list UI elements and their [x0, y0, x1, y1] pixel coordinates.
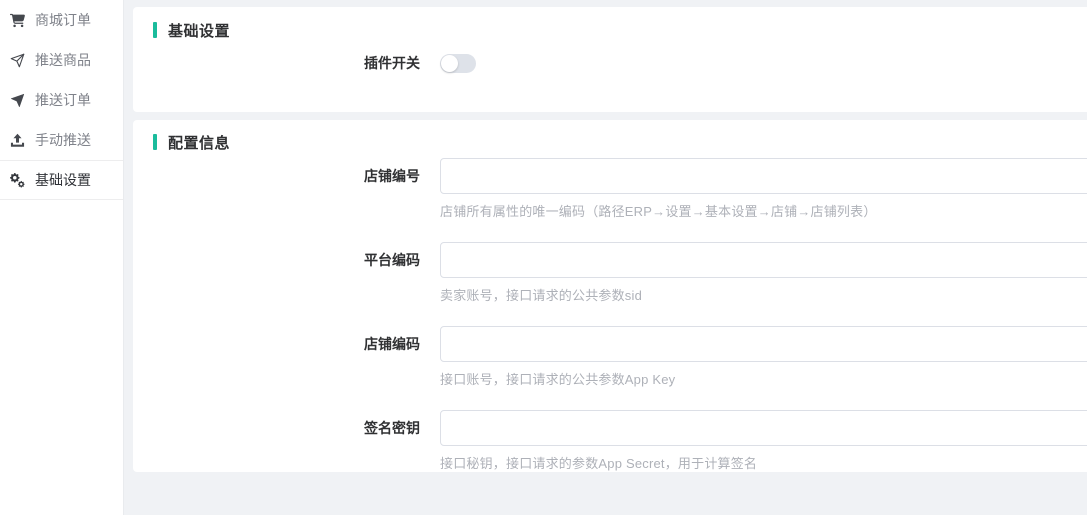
config-fields: 店铺编号 店铺所有属性的唯一编码（路径ERP→设置→基本设置→店铺→店铺列表） …	[133, 158, 1087, 472]
cogs-icon	[9, 172, 26, 189]
shopping-cart-icon	[9, 12, 26, 29]
sidebar-item-mall-orders[interactable]: 商城订单	[0, 0, 123, 40]
section-title-text: 配置信息	[168, 132, 230, 153]
basic-settings-card: 基础设置 插件开关	[133, 7, 1087, 112]
shop-code-label: 店铺编码	[133, 326, 440, 362]
sidebar-item-label: 手动推送	[35, 130, 91, 150]
sidebar-item-manual-push[interactable]: 手动推送	[0, 120, 123, 160]
shop-number-row: 店铺编号 店铺所有属性的唯一编码（路径ERP→设置→基本设置→店铺→店铺列表）	[133, 158, 1087, 220]
section-accent-bar	[153, 22, 157, 38]
sidebar-item-label: 商城订单	[35, 10, 91, 30]
shop-code-hint: 接口账号，接口请求的公共参数App Key	[440, 369, 1087, 388]
sidebar-item-basic-settings[interactable]: 基础设置	[0, 160, 123, 200]
main-content: 基础设置 插件开关 配置信息 店铺编号 店铺所有属性的唯一编码（路径ERP→设置…	[124, 0, 1087, 515]
platform-code-hint: 卖家账号，接口请求的公共参数sid	[440, 285, 1087, 304]
sign-secret-label: 签名密钥	[133, 410, 440, 446]
sidebar-item-label: 推送商品	[35, 50, 91, 70]
sidebar-item-push-orders[interactable]: 推送订单	[0, 80, 123, 120]
upload-icon	[9, 132, 26, 149]
shop-number-label: 店铺编号	[133, 158, 440, 194]
paper-plane-outline-icon	[9, 52, 26, 69]
paper-plane-icon	[9, 92, 26, 109]
plugin-switch-knob	[441, 55, 458, 72]
sign-secret-hint: 接口秘钥，接口请求的参数App Secret，用于计算签名	[440, 453, 1087, 472]
shop-number-input[interactable]	[440, 158, 1087, 194]
plugin-switch-label: 插件开关	[133, 54, 440, 73]
sidebar: 商城订单 推送商品 推送订单 手动推送 基础设	[0, 0, 124, 515]
plugin-switch-row: 插件开关	[133, 54, 1087, 73]
config-info-section-title: 配置信息	[133, 134, 1087, 150]
section-title-text: 基础设置	[168, 20, 230, 41]
sign-secret-row: 签名密钥 接口秘钥，接口请求的参数App Secret，用于计算签名	[133, 410, 1087, 472]
sidebar-item-label: 基础设置	[35, 170, 91, 190]
sign-secret-input[interactable]	[440, 410, 1087, 446]
config-info-card: 配置信息 店铺编号 店铺所有属性的唯一编码（路径ERP→设置→基本设置→店铺→店…	[133, 120, 1087, 472]
shop-number-hint: 店铺所有属性的唯一编码（路径ERP→设置→基本设置→店铺→店铺列表）	[440, 201, 1087, 220]
plugin-switch-toggle[interactable]	[440, 54, 476, 73]
platform-code-label: 平台编码	[133, 242, 440, 278]
platform-code-row: 平台编码 卖家账号，接口请求的公共参数sid	[133, 242, 1087, 304]
sidebar-item-push-products[interactable]: 推送商品	[0, 40, 123, 80]
shop-code-input[interactable]	[440, 326, 1087, 362]
section-accent-bar	[153, 134, 157, 150]
basic-settings-section-title: 基础设置	[133, 22, 1087, 38]
sidebar-item-label: 推送订单	[35, 90, 91, 110]
shop-code-row: 店铺编码 接口账号，接口请求的公共参数App Key	[133, 326, 1087, 388]
platform-code-input[interactable]	[440, 242, 1087, 278]
